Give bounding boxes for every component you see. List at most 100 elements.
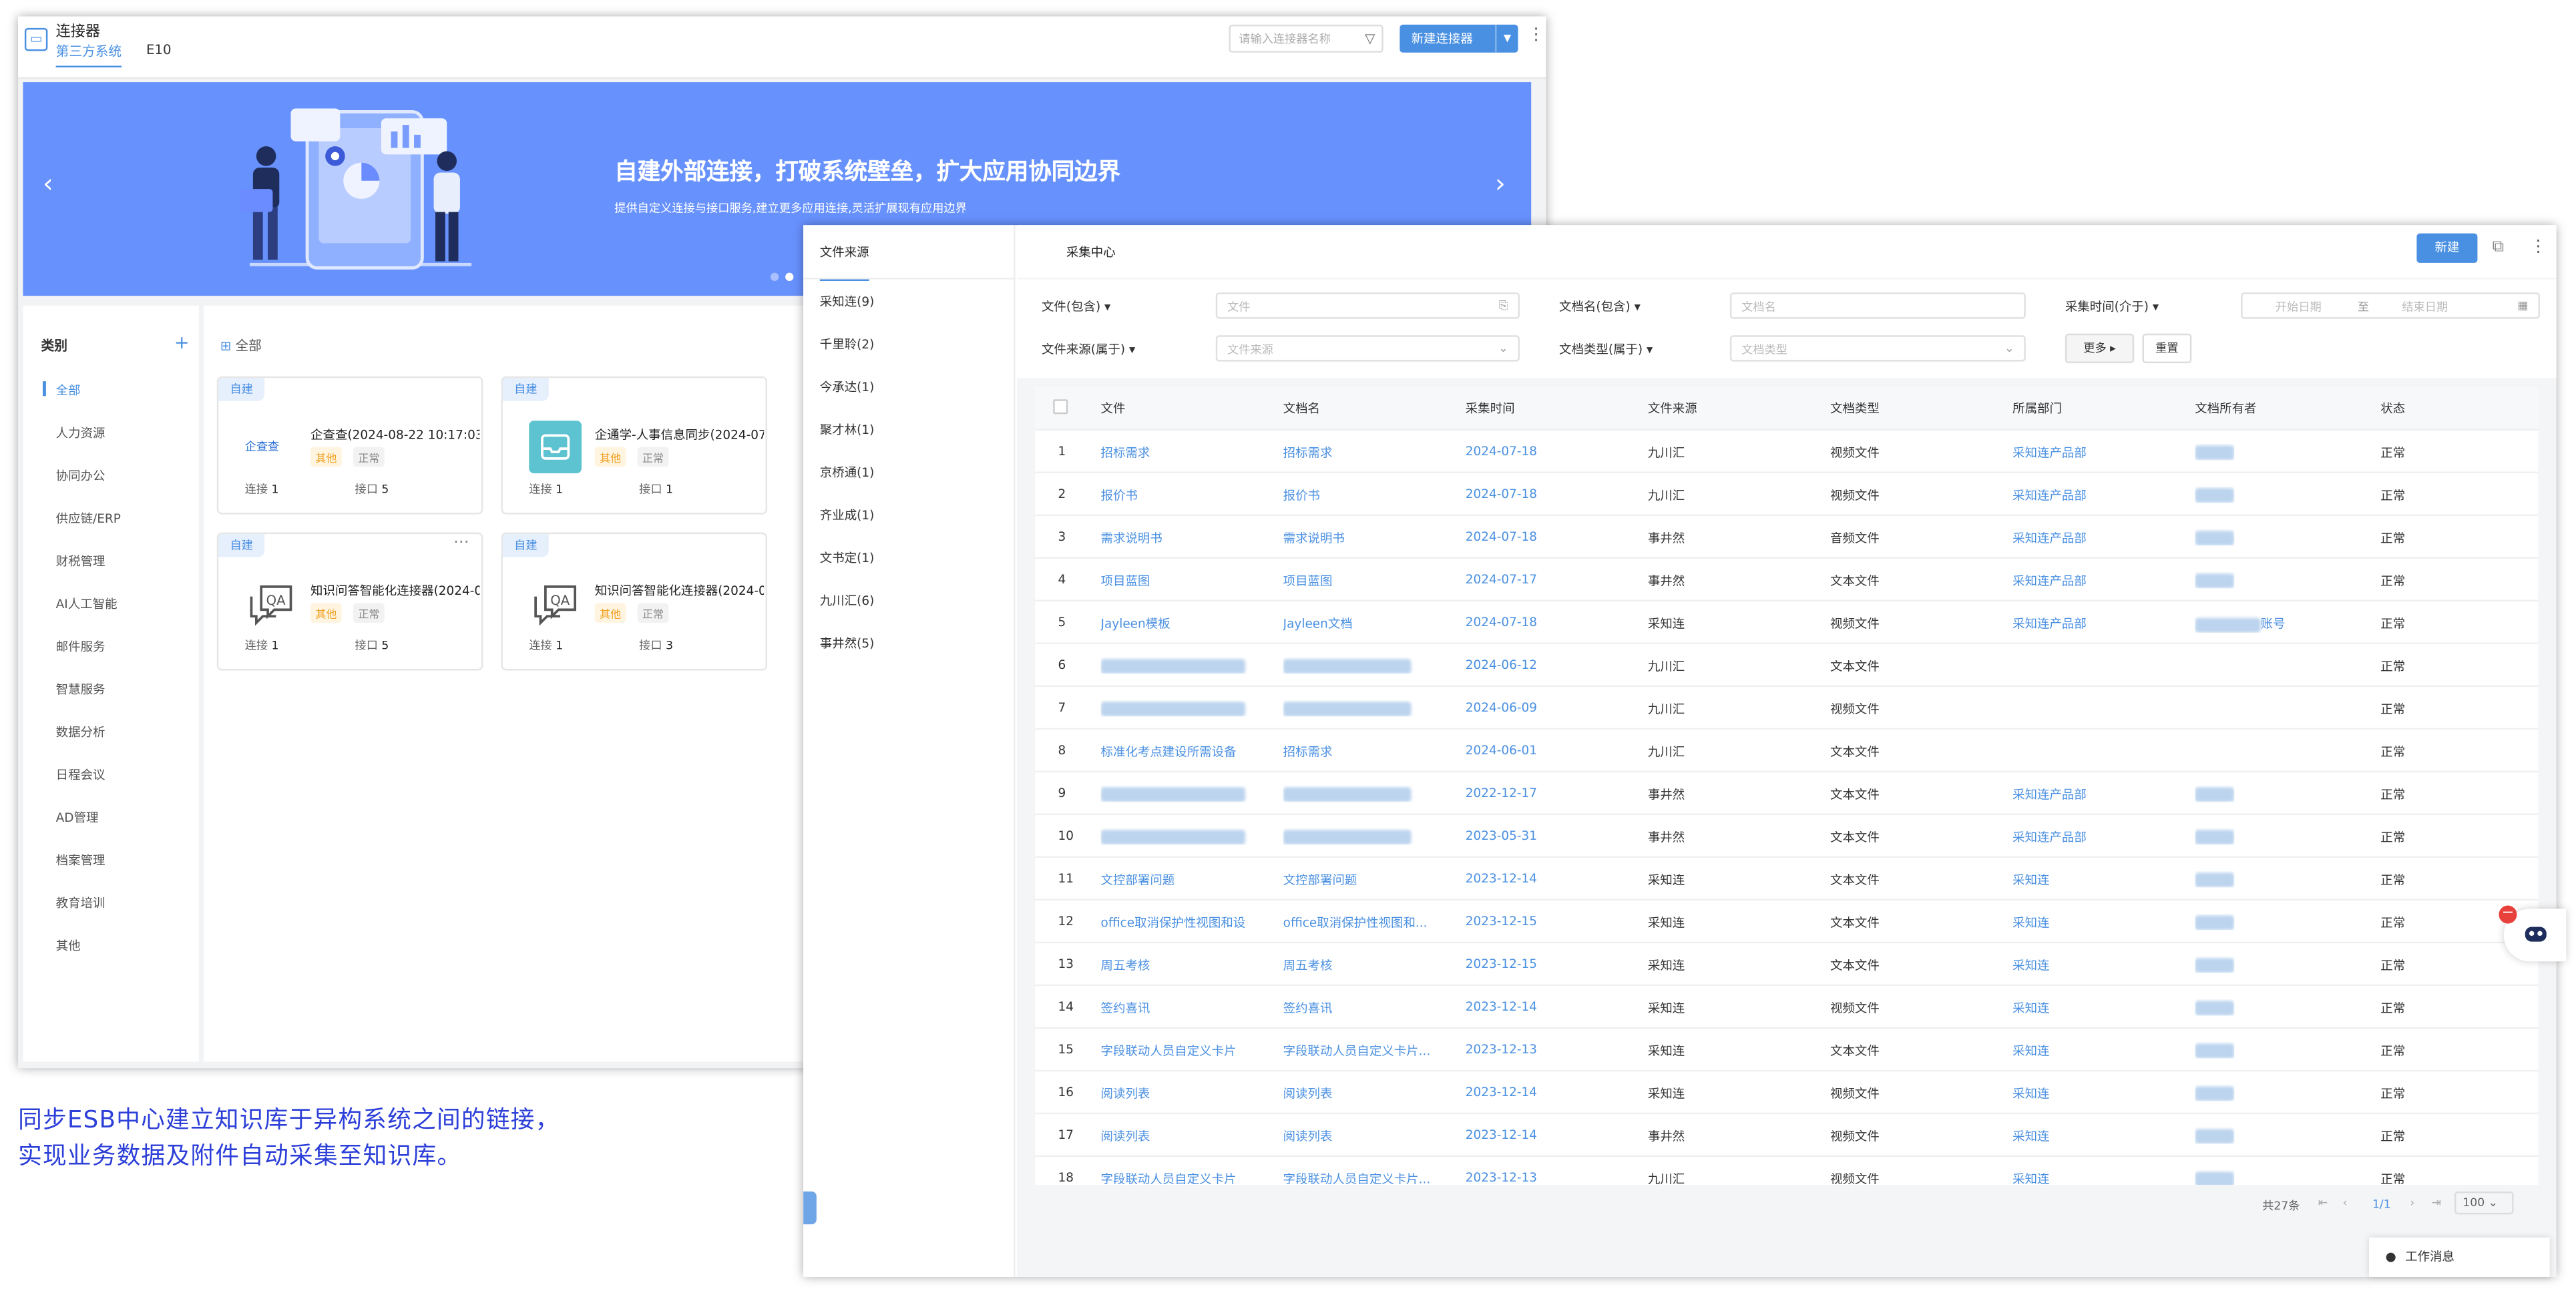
row-dept[interactable]: 采知连产品部 [2012,444,2087,462]
category-item[interactable]: 财税管理 [56,552,105,570]
row-docname[interactable]: 招标需求 [1283,444,1440,462]
row-file[interactable]: Jayleen模板 [1101,615,1257,633]
table-row[interactable]: 9 2022-12-17 事井然 文本文件 采知连产品部 正常 [1035,770,2539,814]
row-file[interactable]: 阅读列表 [1101,1085,1257,1103]
page-size-select[interactable]: 100 ⌄ [2454,1191,2514,1215]
category-item[interactable]: 智慧服务 [56,680,105,698]
category-item[interactable]: 其他 [56,937,81,955]
source-select[interactable]: 文件来源 ⌄ [1215,335,1520,362]
category-item-all[interactable]: 全部 [56,381,81,399]
row-dept[interactable]: 采知连 [2012,1170,2049,1185]
row-docname[interactable] [1283,658,1440,674]
table-row[interactable]: 16 阅读列表 阅读列表 2023-12-14 采知连 视频文件 采知连 正常 [1035,1069,2539,1113]
row-file[interactable]: 招标需求 [1101,444,1257,462]
category-item[interactable]: AI人工智能 [56,595,118,613]
table-row[interactable]: 15 字段联动人员自定义卡片 字段联动人员自定义卡片... 2023-12-13 采知连… [1035,1027,2539,1070]
row-docname[interactable]: Jayleen文档 [1283,615,1440,633]
row-file[interactable]: 字段联动人员自定义卡片 [1101,1170,1257,1185]
row-docname[interactable]: 周五考核 [1283,957,1440,975]
row-dept[interactable]: 采知连产品部 [2012,786,2087,804]
connector-card[interactable]: 自建 企查查 企查查(2024-08-22 10:17:03) 其他 正常 连接… [216,376,483,515]
table-row[interactable]: 11 文控部署问题 文控部署问题 2023-12-14 采知连 文本文件 采知连 正常 [1035,856,2539,899]
col-type[interactable]: 文档类型 [1830,399,1880,417]
chevron-down-icon[interactable]: ▼ [1495,24,1518,53]
filter-icon[interactable]: ▽ [1365,31,1375,46]
table-row[interactable]: 2 报价书 报价书 2024-07-18 九川汇 视频文件 采知连产品部 正常 [1035,471,2539,515]
prev-arrow-icon[interactable]: ‹ [43,168,53,199]
collapse-handle[interactable] [803,1191,817,1225]
select-all-checkbox[interactable] [1053,399,1068,415]
category-item[interactable]: 数据分析 [56,723,105,741]
source-item[interactable]: 事井然(5) [820,634,875,652]
category-item[interactable]: 日程会议 [56,766,105,784]
row-dept[interactable]: 采知连 [2012,1042,2049,1060]
category-item[interactable]: 人力资源 [56,424,105,442]
table-row[interactable]: 6 2024-06-12 九川汇 文本文件 正常 [1035,642,2539,686]
more-icon[interactable]: ⋮ [1528,26,1544,44]
row-file[interactable]: 字段联动人员自定义卡片 [1101,1042,1257,1060]
row-dept[interactable]: 采知连产品部 [2012,572,2087,590]
row-docname[interactable]: office取消保护性视图和... [1283,914,1440,932]
source-item[interactable]: 九川汇(6) [820,591,875,609]
table-row[interactable]: 18 字段联动人员自定义卡片 字段联动人员自定义卡片... 2023-12-13 九川汇… [1035,1155,2539,1186]
row-dept[interactable]: 采知连 [2012,914,2049,932]
row-dept[interactable]: 采知连产品部 [2012,828,2087,846]
row-file[interactable]: 项目蓝图 [1101,572,1257,590]
row-dept[interactable]: 采知连 [2012,871,2049,889]
source-item[interactable]: 千里聆(2) [820,335,875,353]
row-docname[interactable]: 字段联动人员自定义卡片... [1283,1170,1440,1185]
carousel-dot-active[interactable] [785,272,794,281]
category-item[interactable]: 供应链/ERP [56,509,121,527]
card-more-icon[interactable]: ··· [453,534,469,552]
col-time[interactable]: 采集时间 [1466,399,1515,417]
table-row[interactable]: 14 签约喜讯 签约喜讯 2023-12-14 采知连 视频文件 采知连 正常 [1035,984,2539,1027]
source-item[interactable]: 京桥通(1) [820,463,875,481]
source-item[interactable]: 聚才林(1) [820,421,875,439]
table-row[interactable]: 5 Jayleen模板 Jayleen文档 2024-07-18 采知连 视频文件 采知连产… [1035,599,2539,643]
col-dept[interactable]: 所属部门 [2012,399,2062,417]
table-row[interactable]: 8 标准化考点建设所需设备 招标需求 2024-06-01 九川汇 文本文件 正常 [1035,728,2539,771]
tab-third-party[interactable]: 第三方系统 [55,43,122,67]
row-file[interactable]: 阅读列表 [1101,1127,1257,1145]
col-docname[interactable]: 文档名 [1283,399,1320,417]
row-file[interactable]: 周五考核 [1101,957,1257,975]
new-button[interactable]: 新建 [2416,233,2478,263]
row-dept[interactable]: 采知连产品部 [2012,529,2087,547]
row-file[interactable] [1100,828,1257,844]
date-range-input[interactable]: 开始日期至结束日期 ▦ [2241,292,2540,319]
row-file[interactable] [1100,658,1257,674]
table-row[interactable]: 12 office取消保护性视图和设 office取消保护性视图和... 2023-1… [1035,898,2539,942]
connector-card[interactable]: 自建 ··· QA 知识问答智能化连接器(2024-0 其他 正常 连接 1 接… [216,532,483,671]
source-item[interactable]: 今承达(1) [820,378,875,396]
row-dept[interactable]: 采知连产品部 [2012,615,2087,633]
row-file[interactable] [1100,700,1257,716]
table-row[interactable]: 7 2024-06-09 九川汇 视频文件 正常 [1035,685,2539,728]
col-file[interactable]: 文件 [1101,399,1126,417]
tab-e10[interactable]: E10 [146,43,171,63]
row-docname[interactable]: 报价书 [1283,487,1440,505]
row-dept[interactable]: 采知连 [2012,999,2049,1017]
row-file[interactable]: 报价书 [1101,487,1257,505]
row-docname[interactable]: 签约喜讯 [1283,999,1440,1017]
table-row[interactable]: 17 阅读列表 阅读列表 2023-12-14 事井然 视频文件 采知连 正常 [1035,1112,2539,1155]
row-docname[interactable]: 项目蓝图 [1283,572,1440,590]
source-item[interactable]: 采知连(9) [820,292,875,310]
source-item[interactable]: 文书定(1) [820,549,875,567]
work-message-button[interactable]: ● 工作消息 [2369,1237,2550,1277]
row-dept[interactable]: 采知连 [2012,1085,2049,1103]
row-docname[interactable]: 需求说明书 [1283,529,1440,547]
next-arrow-icon[interactable]: › [1495,168,1506,199]
close-badge-icon[interactable]: − [2499,905,2517,924]
category-item[interactable]: AD管理 [56,808,99,826]
category-item[interactable]: 邮件服务 [56,637,105,656]
row-file[interactable] [1100,786,1257,802]
row-docname[interactable]: 招标需求 [1283,743,1440,761]
new-connector-button[interactable]: 新建连接器 ▼ [1400,24,1518,53]
row-docname[interactable] [1283,828,1440,844]
docname-input[interactable]: 文档名 [1729,292,2026,319]
prev-page-icon[interactable]: ‹ [2343,1196,2348,1210]
reset-button[interactable]: 重置 [2142,333,2192,364]
carousel-dot[interactable] [770,272,779,281]
row-docname[interactable] [1283,786,1440,802]
row-docname[interactable] [1283,700,1440,716]
